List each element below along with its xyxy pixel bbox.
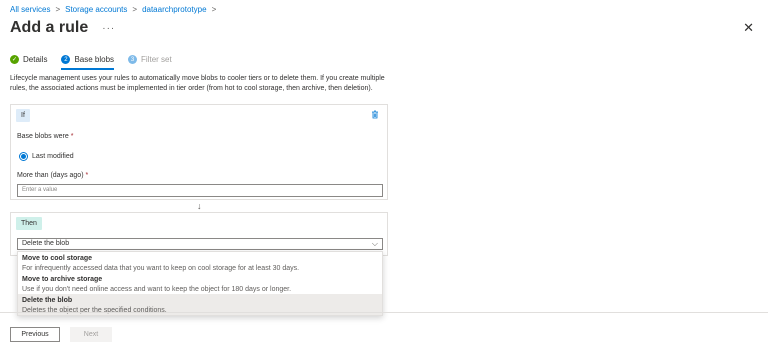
option-desc: For infrequently accessed data that you … <box>22 265 300 272</box>
action-select[interactable]: Delete the blob ⌵ <box>17 238 383 250</box>
select-value: Delete the blob <box>22 240 70 247</box>
wizard-tabs: ✓ Details 2 Base blobs 3 Filter set <box>10 55 186 70</box>
option-desc: Deletes the object per the specified con… <box>22 307 167 314</box>
then-action-card: Then Delete the blob ⌵ <box>10 212 388 256</box>
previous-button[interactable]: Previous <box>10 327 60 342</box>
delete-icon[interactable] <box>371 110 379 121</box>
option-archive-storage[interactable]: Move to archive storage Use if you don't… <box>18 273 382 294</box>
page-title: Add a rule <box>10 19 89 36</box>
option-title: Move to archive storage <box>22 276 103 283</box>
description-text: Lifecycle management uses your rules to … <box>10 75 385 92</box>
chevron-right-icon: > <box>132 5 138 14</box>
more-options-icon[interactable]: ··· <box>102 23 115 34</box>
chevron-down-icon: ⌵ <box>371 239 378 248</box>
breadcrumb-all-services[interactable]: All services <box>10 5 50 14</box>
days-label-text: More than (days ago) <box>17 172 84 179</box>
tab-base-blobs[interactable]: 2 Base blobs <box>61 55 115 70</box>
step-number-icon: 2 <box>61 55 71 64</box>
chevron-right-icon: > <box>55 5 61 14</box>
check-icon: ✓ <box>10 55 19 64</box>
option-cool-storage[interactable]: Move to cool storage For infrequently ac… <box>18 252 382 273</box>
next-button[interactable]: Next <box>70 327 112 342</box>
breadcrumb: All services > Storage accounts > dataar… <box>10 5 221 14</box>
radio-selected-icon <box>19 152 28 161</box>
then-pill: Then <box>16 217 42 230</box>
tab-label: Details <box>23 55 48 64</box>
last-modified-radio[interactable]: Last modified <box>19 152 74 161</box>
step-number-icon: 3 <box>128 55 138 64</box>
arrow-down-icon: ↓ <box>197 201 202 211</box>
required-marker: * <box>85 172 89 179</box>
footer-divider <box>0 312 768 313</box>
title-row: Add a rule ··· <box>10 19 115 37</box>
breadcrumb-storage-account[interactable]: dataarchprototype <box>142 5 207 14</box>
tab-filter-set[interactable]: 3 Filter set <box>128 55 172 64</box>
option-title: Move to cool storage <box>22 255 93 262</box>
tab-label: Base blobs <box>74 55 115 64</box>
chevron-right-icon: > <box>211 5 217 14</box>
option-desc: Use if you don't need online access and … <box>22 286 292 293</box>
tab-details[interactable]: ✓ Details <box>10 55 47 64</box>
base-blobs-label: Base blobs were * <box>17 133 73 140</box>
base-blobs-label-text: Base blobs were <box>17 133 69 140</box>
required-marker: * <box>70 133 74 140</box>
trash-icon <box>372 110 378 119</box>
breadcrumb-storage-accounts[interactable]: Storage accounts <box>65 5 127 14</box>
radio-label: Last modified <box>32 153 74 160</box>
close-icon[interactable]: ✕ <box>743 20 754 36</box>
if-pill: If <box>16 109 30 122</box>
action-dropdown: Move to cool storage For infrequently ac… <box>17 251 383 316</box>
option-title: Delete the blob <box>22 297 73 304</box>
days-label: More than (days ago) * <box>17 172 88 179</box>
days-input[interactable]: Enter a value <box>17 184 383 197</box>
if-condition-card: If Base blobs were * Last modified More … <box>10 104 388 200</box>
tab-label: Filter set <box>141 55 172 64</box>
